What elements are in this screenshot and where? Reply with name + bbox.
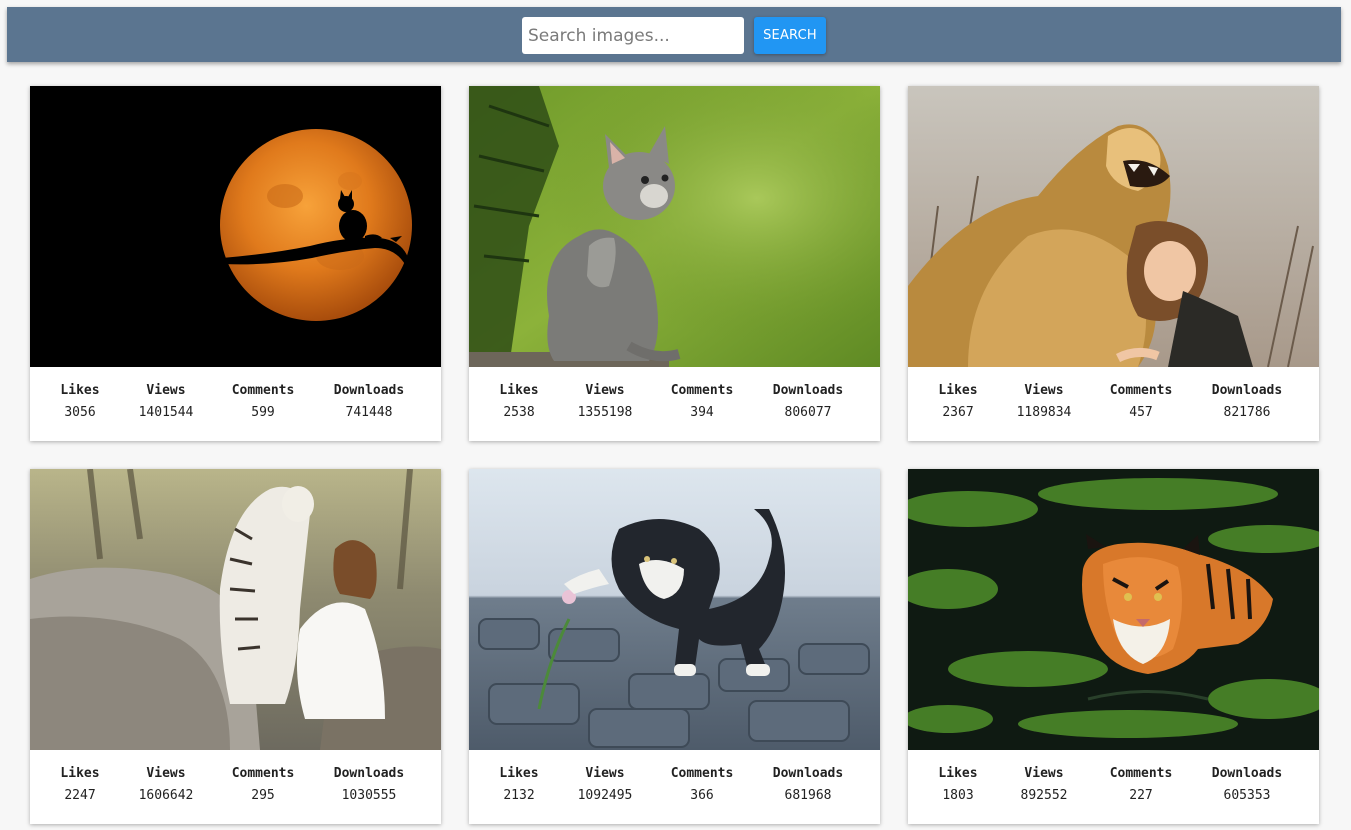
likes-label: Likes — [60, 383, 100, 398]
views-value: 1189834 — [1016, 405, 1072, 420]
comments-value: 227 — [1129, 788, 1153, 803]
views-value: 1606642 — [138, 788, 194, 803]
image-card[interactable]: Likes 2132 Views 1092495 Comments 366 Do… — [469, 469, 880, 824]
comments-stat: Comments 366 — [665, 766, 739, 804]
likes-stat: Likes 2367 — [928, 383, 988, 421]
image-thumbnail[interactable] — [30, 469, 441, 750]
views-stat: Views 1092495 — [569, 766, 641, 804]
white-tiger-woman-image — [30, 469, 441, 750]
comments-stat: Comments 295 — [226, 766, 300, 804]
views-value: 1401544 — [138, 405, 194, 420]
likes-label: Likes — [499, 766, 539, 781]
downloads-label: Downloads — [333, 766, 405, 781]
downloads-stat: Downloads 741448 — [326, 383, 412, 421]
views-value: 892552 — [1020, 788, 1068, 803]
views-label: Views — [146, 766, 186, 781]
comments-label: Comments — [1109, 766, 1173, 781]
likes-label: Likes — [938, 383, 978, 398]
image-thumbnail[interactable] — [30, 86, 441, 367]
views-stat: Views 1355198 — [569, 383, 641, 421]
comments-label: Comments — [1109, 383, 1173, 398]
views-label: Views — [146, 383, 186, 398]
image-stats: Likes 1803 Views 892552 Comments 227 Dow… — [908, 750, 1319, 824]
downloads-value: 1030555 — [341, 788, 397, 803]
views-label: Views — [1024, 383, 1064, 398]
likes-value: 2247 — [64, 788, 96, 803]
image-card[interactable]: Likes 2247 Views 1606642 Comments 295 Do… — [30, 469, 441, 824]
downloads-value: 605353 — [1223, 788, 1271, 803]
comments-stat: Comments 599 — [226, 383, 300, 421]
image-stats: Likes 3056 Views 1401544 Comments 599 Do… — [30, 367, 441, 441]
likes-value: 1803 — [942, 788, 974, 803]
image-card[interactable]: Likes 2367 Views 1189834 Comments 457 Do… — [908, 86, 1319, 441]
views-value: 1355198 — [577, 405, 633, 420]
downloads-value: 821786 — [1223, 405, 1271, 420]
comments-value: 295 — [251, 788, 275, 803]
likes-value: 3056 — [64, 405, 96, 420]
likes-stat: Likes 3056 — [50, 383, 110, 421]
comments-stat: Comments 457 — [1104, 383, 1178, 421]
comments-label: Comments — [231, 383, 295, 398]
downloads-stat: Downloads 821786 — [1204, 383, 1290, 421]
likes-label: Likes — [499, 383, 539, 398]
image-thumbnail[interactable] — [469, 469, 880, 750]
likes-label: Likes — [60, 766, 100, 781]
views-label: Views — [1024, 766, 1064, 781]
image-stats: Likes 2132 Views 1092495 Comments 366 Do… — [469, 750, 880, 824]
search-bar: SEARCH — [7, 7, 1341, 62]
downloads-label: Downloads — [1211, 383, 1283, 398]
image-stats: Likes 2367 Views 1189834 Comments 457 Do… — [908, 367, 1319, 441]
views-stat: Views 1606642 — [130, 766, 202, 804]
comments-label: Comments — [670, 383, 734, 398]
comments-stat: Comments 227 — [1104, 766, 1178, 804]
image-card[interactable]: Likes 3056 Views 1401544 Comments 599 Do… — [30, 86, 441, 441]
tiger-water-image — [908, 469, 1319, 750]
image-stats: Likes 2538 Views 1355198 Comments 394 Do… — [469, 367, 880, 441]
views-label: Views — [585, 383, 625, 398]
kitten-flower-image — [469, 469, 880, 750]
downloads-label: Downloads — [333, 383, 405, 398]
views-stat: Views 1189834 — [1008, 383, 1080, 421]
views-label: Views — [585, 766, 625, 781]
lion-girl-image — [908, 86, 1319, 367]
downloads-stat: Downloads 681968 — [765, 766, 851, 804]
likes-value: 2132 — [503, 788, 535, 803]
views-stat: Views 892552 — [1008, 766, 1080, 804]
comments-value: 394 — [690, 405, 714, 420]
downloads-value: 681968 — [784, 788, 832, 803]
comments-value: 457 — [1129, 405, 1153, 420]
comments-stat: Comments 394 — [665, 383, 739, 421]
downloads-value: 741448 — [345, 405, 393, 420]
downloads-label: Downloads — [772, 383, 844, 398]
downloads-label: Downloads — [772, 766, 844, 781]
image-thumbnail[interactable] — [469, 86, 880, 367]
likes-value: 2367 — [942, 405, 974, 420]
downloads-stat: Downloads 1030555 — [326, 766, 412, 804]
kitten-forest-image — [469, 86, 880, 367]
cat-moon-image — [30, 86, 441, 367]
comments-value: 599 — [251, 405, 275, 420]
downloads-value: 806077 — [784, 405, 832, 420]
image-card[interactable]: Likes 1803 Views 892552 Comments 227 Dow… — [908, 469, 1319, 824]
image-thumbnail[interactable] — [908, 86, 1319, 367]
image-card[interactable]: Likes 2538 Views 1355198 Comments 394 Do… — [469, 86, 880, 441]
comments-value: 366 — [690, 788, 714, 803]
image-thumbnail[interactable] — [908, 469, 1319, 750]
likes-stat: Likes 1803 — [928, 766, 988, 804]
downloads-stat: Downloads 605353 — [1204, 766, 1290, 804]
image-stats: Likes 2247 Views 1606642 Comments 295 Do… — [30, 750, 441, 824]
comments-label: Comments — [670, 766, 734, 781]
views-stat: Views 1401544 — [130, 383, 202, 421]
likes-stat: Likes 2247 — [50, 766, 110, 804]
comments-label: Comments — [231, 766, 295, 781]
downloads-label: Downloads — [1211, 766, 1283, 781]
downloads-stat: Downloads 806077 — [765, 383, 851, 421]
likes-value: 2538 — [503, 405, 535, 420]
views-value: 1092495 — [577, 788, 633, 803]
likes-stat: Likes 2538 — [489, 383, 549, 421]
likes-label: Likes — [938, 766, 978, 781]
search-input[interactable] — [522, 17, 744, 54]
likes-stat: Likes 2132 — [489, 766, 549, 804]
search-button[interactable]: SEARCH — [754, 17, 826, 54]
